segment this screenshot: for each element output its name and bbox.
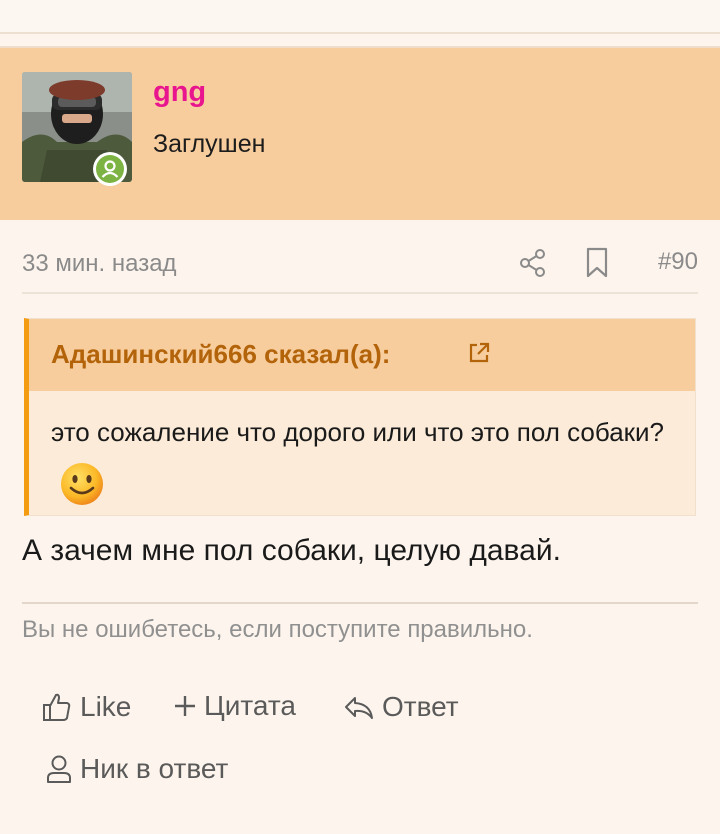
post-message: А зачем мне пол собаки, целую давай.	[22, 534, 561, 567]
reply-icon	[345, 697, 373, 719]
plus-icon	[175, 696, 195, 716]
post-author-header: gng Заглушен	[0, 46, 720, 266]
thumbs-up-icon	[43, 693, 71, 721]
quote-body: это сожаление что дорого или что это пол…	[51, 417, 665, 447]
post-time[interactable]: 33 мин. назад	[22, 250, 177, 278]
reply-label: Ответ	[382, 691, 459, 722]
mention-button[interactable]: Ник в ответ	[44, 752, 228, 786]
username[interactable]: gng	[153, 76, 206, 109]
quote-author[interactable]: Адашинский666 сказал(а):	[51, 339, 390, 370]
external-link-icon[interactable]	[467, 341, 491, 365]
top-strip	[0, 0, 720, 34]
quote-text: это сожаление что дорого или что это пол…	[51, 405, 671, 513]
user-status-icon	[101, 160, 119, 178]
post-meta-row: 33 мин. назад #90	[22, 232, 698, 294]
share-icon[interactable]	[516, 246, 550, 280]
quote-header: Адашинский666 сказал(а):	[29, 319, 695, 391]
signature: Вы не ошибетесь, если поступите правильн…	[22, 616, 533, 643]
post-number[interactable]: #90	[658, 248, 698, 276]
reply-button[interactable]: Ответ	[342, 690, 459, 724]
signature-divider	[22, 602, 698, 604]
mention-label: Ник в ответ	[80, 753, 229, 784]
quote-label: Цитата	[204, 690, 296, 721]
quote-button[interactable]: Цитата	[172, 690, 296, 722]
like-label: Like	[80, 691, 132, 722]
quote-block: Адашинский666 сказал(а): это сожаление ч…	[24, 318, 696, 516]
user-icon	[47, 755, 71, 783]
like-button[interactable]: Like	[40, 690, 131, 724]
smile-emoji-icon	[61, 463, 103, 506]
online-status-badge	[93, 152, 127, 186]
user-title: Заглушен	[153, 130, 266, 158]
bookmark-icon[interactable]	[582, 246, 612, 280]
